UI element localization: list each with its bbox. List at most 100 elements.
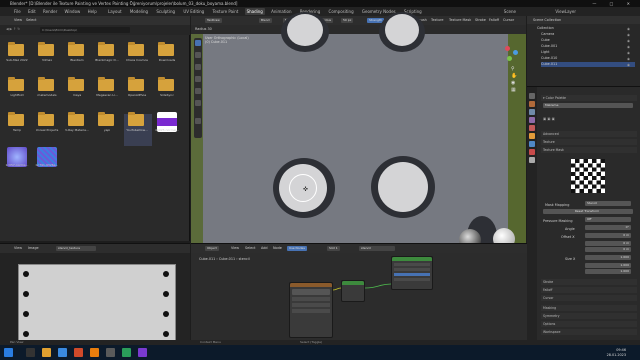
- start-icon[interactable]: [4, 348, 13, 357]
- material-field[interactable]: Malzeme: [543, 103, 633, 108]
- path-input[interactable]: C:\Users\Ezim\Desktop\: [40, 27, 130, 33]
- gizmo-y-icon[interactable]: [507, 56, 512, 61]
- clone-tool-icon[interactable]: [195, 76, 201, 82]
- menu-edit[interactable]: Edit: [28, 9, 36, 14]
- section-texture[interactable]: Texture: [541, 139, 637, 145]
- tab-layout[interactable]: Layout: [106, 8, 124, 15]
- section-symmetry[interactable]: Symmetry: [541, 313, 637, 319]
- world-tab-icon[interactable]: [529, 125, 535, 131]
- size-x-field[interactable]: 1.000: [585, 255, 631, 260]
- fill-tool-icon[interactable]: [195, 88, 201, 94]
- folder-item[interactable]: maya: [64, 77, 92, 111]
- folder-item[interactable]: Chaos Cosmos: [124, 42, 152, 76]
- stroke-menu[interactable]: Stroke: [475, 18, 486, 22]
- outliner-row[interactable]: Light: [541, 50, 549, 55]
- window-controls[interactable]: — □ ✕: [592, 0, 636, 7]
- section-stroke[interactable]: Stroke: [541, 279, 637, 285]
- texture-tab-icon[interactable]: [529, 157, 535, 163]
- angle-field[interactable]: 0°: [585, 225, 631, 230]
- folder-item[interactable]: makemodels: [34, 77, 62, 111]
- folder-item[interactable]: Megascan Li...: [94, 77, 122, 111]
- annotate-tool-icon[interactable]: [195, 118, 201, 124]
- gizmo-z-icon[interactable]: [513, 50, 518, 55]
- texture-menu[interactable]: Texture: [431, 18, 443, 22]
- ie-menu-view[interactable]: View: [14, 246, 22, 250]
- folder-item[interactable]: V-Ray Materia...: [64, 112, 92, 146]
- folder-item[interactable]: Unreal Projects: [34, 112, 62, 146]
- pressure-select[interactable]: Off: [585, 217, 631, 222]
- size-y-field[interactable]: 1.000: [585, 263, 631, 268]
- app-icon[interactable]: [106, 348, 115, 357]
- tab-modeling[interactable]: Modeling: [128, 8, 150, 15]
- outliner-row[interactable]: Cube: [541, 38, 550, 43]
- size-z-field[interactable]: 1.000: [585, 269, 631, 274]
- folder-item[interactable]: Sub-Maz 2022: [4, 42, 32, 76]
- section-masking[interactable]: Masking: [541, 305, 637, 311]
- folder-item[interactable]: 3dmax: [34, 42, 62, 76]
- section-advanced[interactable]: Advanced: [541, 131, 637, 137]
- scene-selector[interactable]: Scene: [504, 7, 516, 16]
- system-clock[interactable]: 09:46 28.01.2023: [607, 348, 626, 357]
- outliner-row[interactable]: Cube.010: [541, 56, 557, 61]
- app-icon[interactable]: [74, 348, 83, 357]
- viewport-nav-icons[interactable]: ⚲ ✋ ◉ ▦: [511, 66, 517, 96]
- image-item[interactable]: 4K025-normal...: [154, 112, 182, 146]
- section-falloff[interactable]: Falloff: [541, 287, 637, 293]
- texture-slot-icons[interactable]: ▣ ▣ ▣: [543, 116, 555, 122]
- viewport-canvas[interactable]: ✜: [203, 12, 508, 256]
- tab-sculpting[interactable]: Sculpting: [154, 8, 177, 15]
- tab-compositing[interactable]: Compositing: [327, 8, 356, 15]
- folder-item[interactable]: Downloads: [154, 42, 182, 76]
- falloff-menu[interactable]: Falloff: [489, 18, 499, 22]
- image-selector[interactable]: stencil_texture: [56, 246, 96, 251]
- section-cursor[interactable]: Cursor: [541, 295, 637, 301]
- tab-animation[interactable]: Animation: [269, 8, 293, 15]
- reset-transform-button[interactable]: Reset Transform: [543, 209, 633, 214]
- tab-shading[interactable]: Shading: [244, 8, 265, 15]
- brush-selector[interactable]: TexDraw: [205, 18, 222, 23]
- outliner-row[interactable]: Cube.001: [541, 44, 557, 49]
- modifier-tab-icon[interactable]: [529, 141, 535, 147]
- image-item[interactable]: bc791-9326a...: [34, 147, 62, 181]
- gizmo-x-icon[interactable]: [505, 46, 510, 51]
- menu-render[interactable]: Render: [43, 9, 57, 14]
- fb-menu-select[interactable]: Select: [26, 18, 36, 22]
- material-tab-icon[interactable]: [529, 149, 535, 155]
- visibility-icons[interactable]: ◉ ◉ ◉ ◉ ◉ ◉ ◉: [627, 26, 630, 68]
- folder-item[interactable]: SideSync: [154, 77, 182, 111]
- tab-uv-editing[interactable]: UV Editing: [181, 8, 206, 15]
- folder-item[interactable]: BlenKam: [64, 42, 92, 76]
- menu-help[interactable]: Help: [88, 9, 97, 14]
- app-icon[interactable]: [122, 348, 131, 357]
- browser-icon[interactable]: [58, 348, 67, 357]
- offset-z-field[interactable]: 0 m: [585, 247, 631, 252]
- smear-tool-icon[interactable]: [195, 64, 201, 70]
- section-texture-mask[interactable]: Texture Mask: [541, 147, 637, 153]
- explorer-icon[interactable]: [42, 348, 51, 357]
- folder-item[interactable]: yapi: [94, 112, 122, 146]
- folder-item[interactable]: YouTubeDow...: [124, 112, 152, 146]
- offset-y-field[interactable]: 0 m: [585, 241, 631, 246]
- folder-item[interactable]: OpenAIPhoe: [124, 77, 152, 111]
- folder-item[interactable]: Blackmagic D...: [94, 42, 122, 76]
- offset-x-field[interactable]: 0 m: [585, 233, 631, 238]
- outliner-row[interactable]: Camera: [541, 32, 554, 37]
- outliner-row-selected[interactable]: Cube.011: [541, 62, 635, 67]
- tool-tab-icon[interactable]: [529, 93, 535, 99]
- folder-item[interactable]: Temp: [4, 112, 32, 146]
- app-icon[interactable]: [138, 348, 147, 357]
- nav-arrows-icon[interactable]: ◀ ▶ ↑ ↻: [6, 27, 20, 31]
- fb-menu-view[interactable]: View: [14, 18, 22, 22]
- search-icon[interactable]: [26, 348, 35, 357]
- radius-field[interactable]: 50 px: [341, 18, 354, 23]
- mask-mapping-select[interactable]: Stencil: [585, 201, 631, 206]
- menu-file[interactable]: File: [14, 9, 21, 14]
- soften-tool-icon[interactable]: [195, 52, 201, 58]
- folder-item[interactable]: Lightfold: [4, 77, 32, 111]
- image-canvas[interactable]: [18, 264, 176, 344]
- image-item[interactable]: 1c057-norma...: [4, 147, 32, 181]
- mask-tool-icon[interactable]: [195, 100, 201, 106]
- scene-tab-icon[interactable]: [529, 117, 535, 123]
- texture-mask-menu[interactable]: Texture Mask: [449, 18, 471, 22]
- object-tab-icon[interactable]: [529, 133, 535, 139]
